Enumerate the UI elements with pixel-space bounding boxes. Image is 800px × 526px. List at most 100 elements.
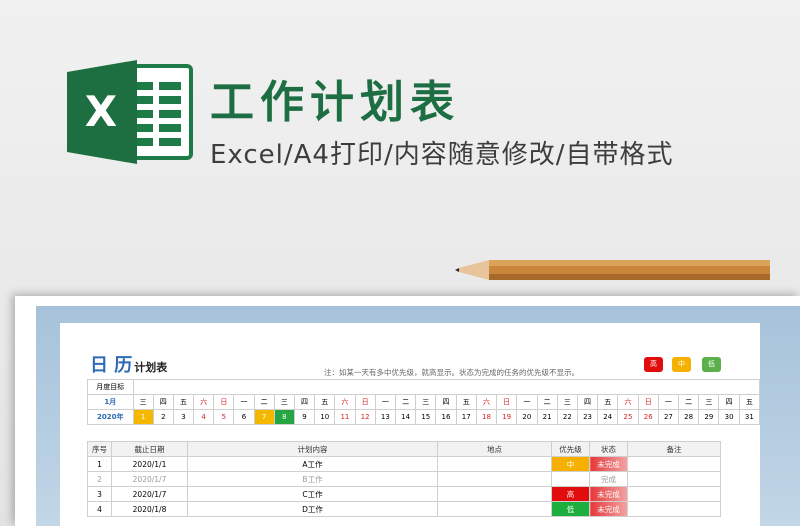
task-priority-cell[interactable]: 低: [551, 501, 590, 517]
task-status-cell[interactable]: 未完成: [589, 486, 628, 502]
weekday-cell: 日: [354, 394, 376, 410]
weekday-cell: 四: [718, 394, 740, 410]
monthly-goal-cell[interactable]: [132, 379, 761, 395]
day-cell[interactable]: 16: [435, 409, 457, 425]
priority-medium-button[interactable]: 中: [672, 357, 691, 372]
task-header-cell: 计划内容: [187, 441, 438, 457]
task-header-cell: 优先级: [551, 441, 590, 457]
day-cell[interactable]: 9: [293, 409, 316, 425]
weekday-cell: 二: [536, 394, 558, 410]
priority-note: 注：如某一天有多中优先级，就高显示。状态为完成的任务的优先级不显示。: [324, 368, 579, 377]
task-content-cell[interactable]: A工作: [187, 456, 438, 472]
excel-logo-icon: X: [67, 60, 193, 164]
day-cell[interactable]: 2: [152, 409, 174, 425]
day-cell[interactable]: 25: [617, 409, 639, 425]
weekday-cell: 六: [617, 394, 639, 410]
day-cell[interactable]: 23: [576, 409, 599, 425]
task-date-cell[interactable]: 2020/1/7: [111, 471, 188, 487]
day-cell[interactable]: 3: [172, 409, 195, 425]
task-no-cell[interactable]: 4: [87, 501, 112, 517]
task-priority-cell[interactable]: 高: [551, 486, 590, 502]
weekday-cell: 二: [394, 394, 417, 410]
day-cell[interactable]: 21: [536, 409, 558, 425]
calendar-grid: 月度目标 1月 三四五六日一二三四五六日一二三四五六日一二三四五六日一二三四五 …: [87, 379, 761, 425]
day-cell[interactable]: 8: [273, 409, 295, 425]
task-content-cell[interactable]: B工作: [187, 471, 438, 487]
task-priority-cell[interactable]: 中: [551, 456, 590, 472]
task-no-cell[interactable]: 2: [87, 471, 112, 487]
task-row[interactable]: 1 2020/1/1 A工作 中未完成: [87, 456, 721, 472]
day-cell[interactable]: 29: [698, 409, 720, 425]
weekday-cell: 四: [152, 394, 174, 410]
weekday-cell: 四: [576, 394, 599, 410]
task-place-cell[interactable]: [437, 501, 552, 517]
day-cell[interactable]: 15: [415, 409, 437, 425]
day-cell[interactable]: 7: [253, 409, 275, 425]
day-cell[interactable]: 5: [213, 409, 235, 425]
day-cell[interactable]: 22: [556, 409, 578, 425]
task-no-cell[interactable]: 1: [87, 456, 112, 472]
year-label: 2020年: [87, 409, 134, 425]
task-content-cell[interactable]: C工作: [187, 486, 438, 502]
task-no-cell[interactable]: 3: [87, 486, 112, 502]
task-table: 序号 截止日期 计划内容 地点 优先级 状态 备注 1 2020/1/1 A工作中未完成 2 202…: [87, 441, 721, 517]
task-row[interactable]: 3 2020/1/7 C工作 高未完成: [87, 486, 721, 502]
weekday-cell: 三: [698, 394, 720, 410]
task-row[interactable]: 2 2020/1/7 B工作 完成: [87, 471, 721, 487]
day-cell[interactable]: 13: [374, 409, 396, 425]
priority-low-button[interactable]: 低: [702, 357, 721, 372]
page-title: 工作计划表: [210, 77, 460, 128]
day-cell[interactable]: 30: [718, 409, 740, 425]
day-cell[interactable]: 17: [455, 409, 477, 425]
task-remark-cell[interactable]: [627, 456, 721, 472]
day-cell[interactable]: 1: [132, 409, 154, 425]
weekday-cell: 四: [293, 394, 316, 410]
day-cell[interactable]: 14: [394, 409, 417, 425]
day-cell[interactable]: 20: [516, 409, 538, 425]
day-cell[interactable]: 11: [334, 409, 356, 425]
day-cell[interactable]: 19: [496, 409, 518, 425]
task-date-cell[interactable]: 2020/1/8: [111, 501, 188, 517]
day-cell[interactable]: 4: [193, 409, 215, 425]
weekday-cell: 四: [435, 394, 457, 410]
task-remark-cell[interactable]: [627, 501, 721, 517]
day-cell[interactable]: 27: [657, 409, 680, 425]
day-cell[interactable]: 10: [314, 409, 336, 425]
weekday-cell: 六: [193, 394, 215, 410]
weekday-cell: 六: [334, 394, 356, 410]
day-cell[interactable]: 31: [738, 409, 761, 425]
task-header-cell: 状态: [589, 441, 628, 457]
task-date-cell[interactable]: 2020/1/7: [111, 486, 188, 502]
weekday-cell: 五: [314, 394, 336, 410]
task-place-cell[interactable]: [437, 486, 552, 502]
day-cell[interactable]: 6: [233, 409, 255, 425]
weekday-cell: 三: [415, 394, 437, 410]
weekday-cell: 三: [556, 394, 578, 410]
day-cell[interactable]: 28: [678, 409, 700, 425]
day-cell[interactable]: 12: [354, 409, 376, 425]
task-priority-cell[interactable]: [551, 471, 590, 487]
weekday-cell: 六: [475, 394, 498, 410]
calendar-title: 日 历计划表: [90, 351, 167, 377]
weekday-cell: 五: [455, 394, 477, 410]
pencil-icon: [455, 260, 770, 280]
task-header-cell: 截止日期: [111, 441, 188, 457]
task-place-cell[interactable]: [437, 456, 552, 472]
page-subtitle: Excel/A4打印/内容随意修改/自带格式: [210, 140, 674, 170]
day-cell[interactable]: 24: [597, 409, 619, 425]
task-remark-cell[interactable]: [627, 471, 721, 487]
day-cell[interactable]: 26: [637, 409, 659, 425]
priority-high-button[interactable]: 高: [644, 357, 663, 372]
task-header-cell: 地点: [437, 441, 552, 457]
task-status-cell[interactable]: 完成: [589, 471, 628, 487]
task-remark-cell[interactable]: [627, 486, 721, 502]
task-date-cell[interactable]: 2020/1/1: [111, 456, 188, 472]
task-content-cell[interactable]: D工作: [187, 501, 438, 517]
day-cell[interactable]: 18: [475, 409, 498, 425]
task-status-cell[interactable]: 未完成: [589, 501, 628, 517]
spreadsheet-preview: 日 历计划表 注：如某一天有多中优先级，就高显示。状态为完成的任务的优先级不显示…: [60, 323, 761, 526]
task-row[interactable]: 4 2020/1/8 D工作 低未完成: [87, 501, 721, 517]
weekday-cell: 五: [597, 394, 619, 410]
task-status-cell[interactable]: 未完成: [589, 456, 628, 472]
task-place-cell[interactable]: [437, 471, 552, 487]
